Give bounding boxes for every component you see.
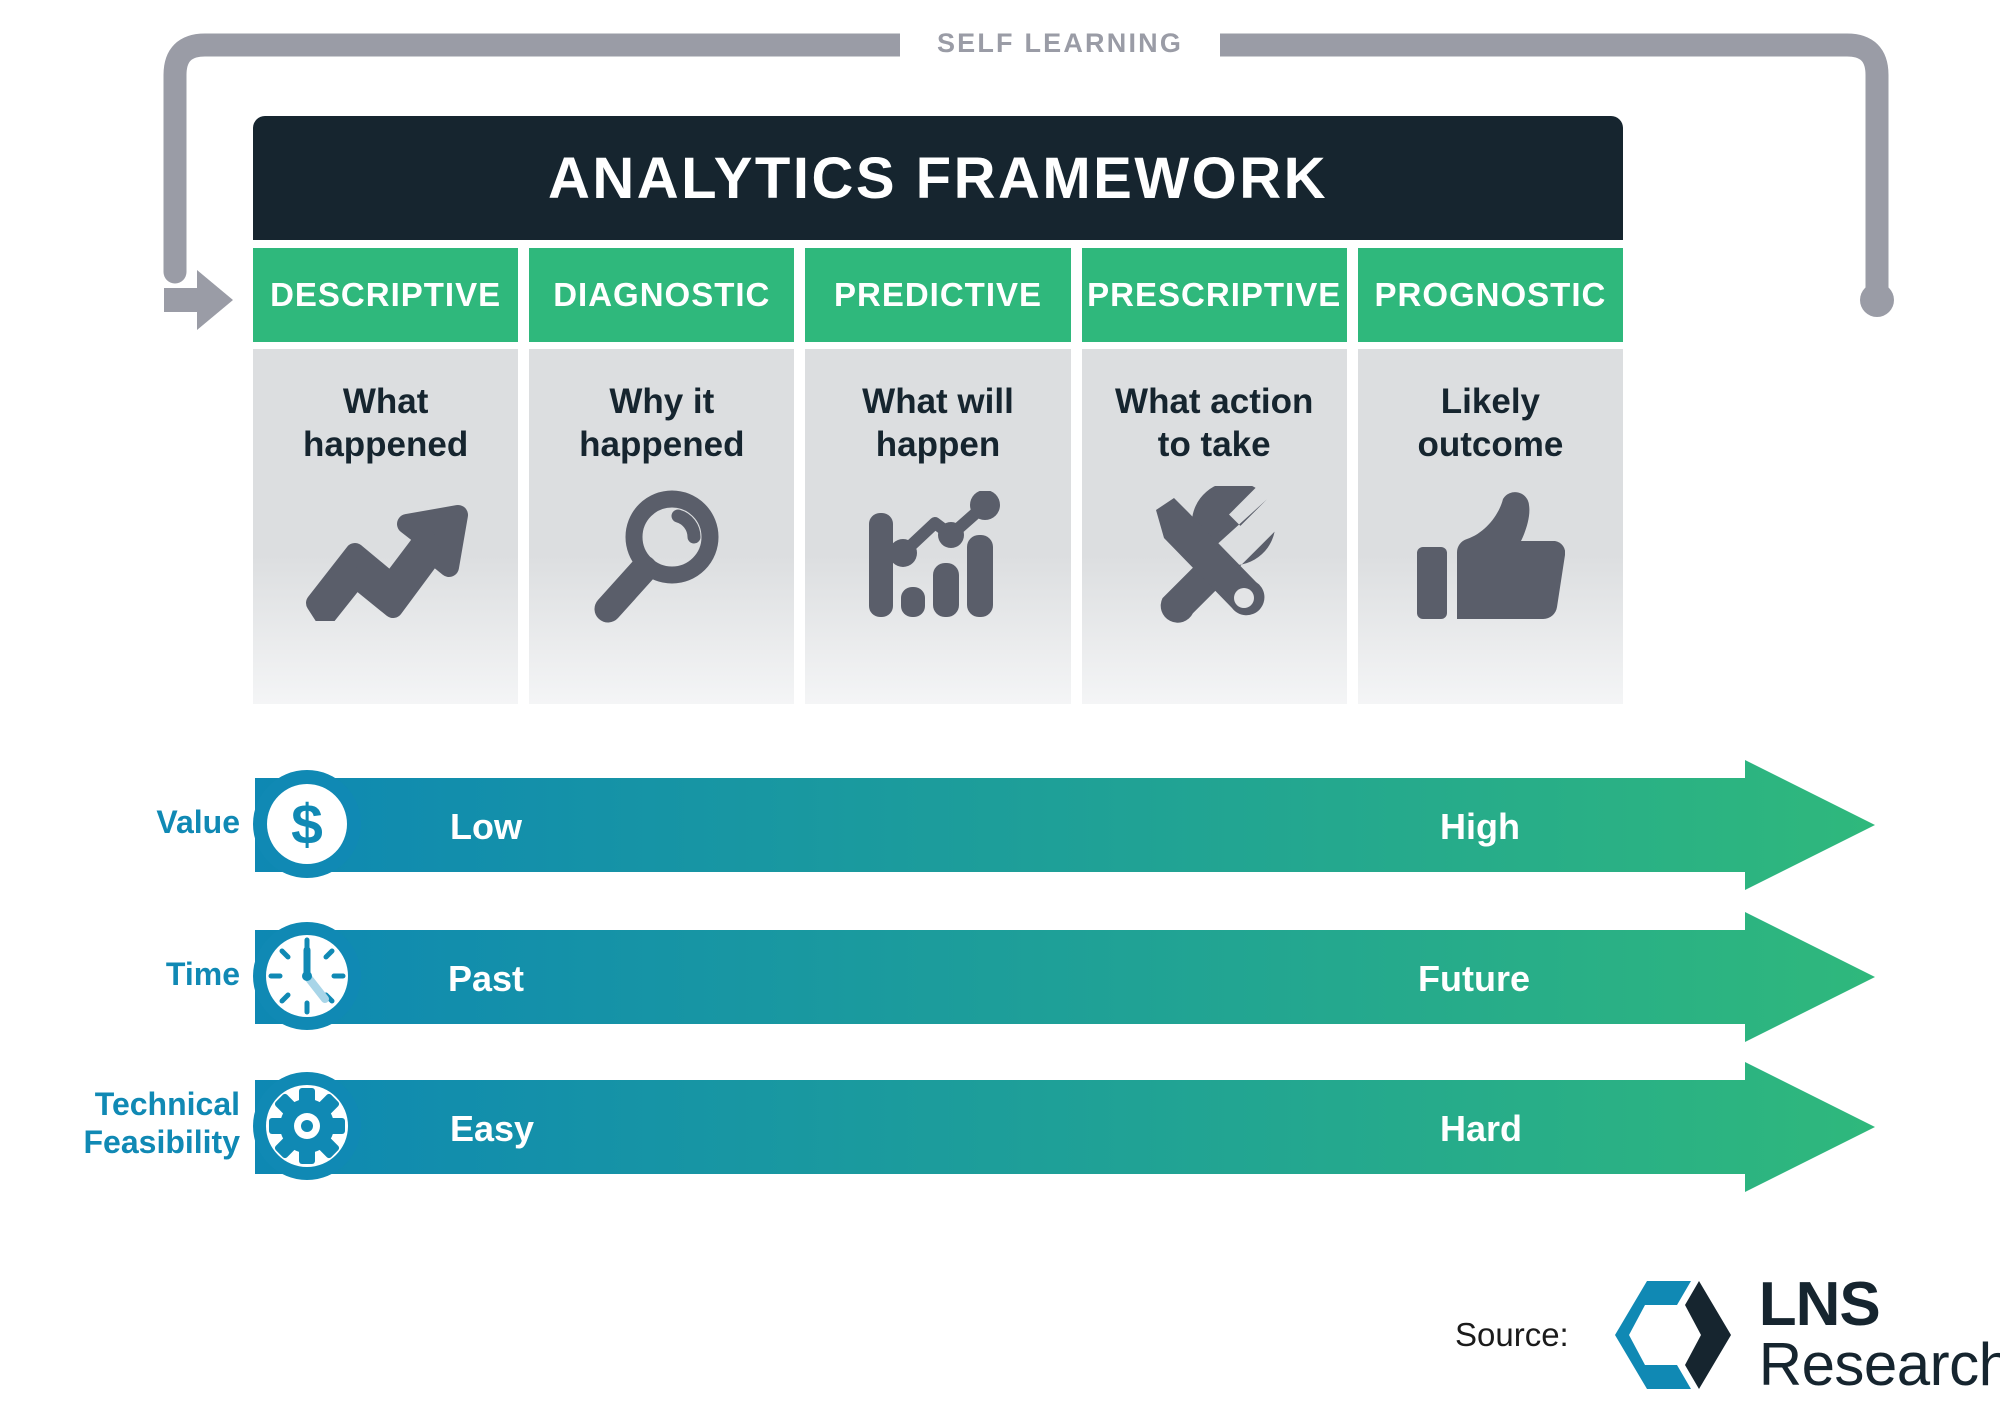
column-description: What happened bbox=[302, 382, 469, 464]
page-title: ANALYTICS FRAMEWORK bbox=[547, 145, 1328, 211]
column-description: What action to take bbox=[1115, 382, 1314, 464]
column-prescriptive[interactable]: PRESCRIPTIVE What action to take bbox=[1081, 248, 1347, 704]
source-attribution: Source: LNS Research bbox=[1455, 1270, 2000, 1398]
column-title: PREDICTIVE bbox=[833, 276, 1043, 313]
value-gradient-arrow: Low High bbox=[255, 760, 1875, 890]
column-body: Likely outcome bbox=[1357, 349, 1624, 704]
column-body: What happened bbox=[253, 349, 519, 704]
value-low-label: Low bbox=[450, 806, 522, 847]
lns-hexagon-mark-icon bbox=[1614, 1280, 1731, 1389]
column-prognostic[interactable]: PROGNOSTIC Likely outcome bbox=[1357, 248, 1624, 704]
column-header-diagnostic: DIAGNOSTIC bbox=[529, 248, 795, 342]
technical-feasibility-gradient-arrow: Easy Hard bbox=[255, 1062, 1875, 1192]
arrow-row-label-time: Time bbox=[165, 956, 240, 992]
column-header-predictive: PREDICTIVE bbox=[805, 248, 1071, 342]
source-label: Source: bbox=[1455, 1315, 1569, 1353]
time-past-label: Past bbox=[448, 958, 525, 999]
feasibility-hard-label: Hard bbox=[1440, 1108, 1523, 1149]
column-title: DESCRIPTIVE bbox=[270, 276, 502, 313]
time-gradient-arrow: Past Future bbox=[255, 912, 1875, 1042]
feasibility-easy-label: Easy bbox=[450, 1108, 535, 1149]
svg-text:$: $ bbox=[291, 793, 323, 857]
column-body: What action to take bbox=[1081, 349, 1347, 704]
arrow-row-label-value: Value bbox=[156, 804, 240, 840]
logo-primary-text: LNS bbox=[1758, 1270, 1881, 1339]
column-description: Why it happened bbox=[579, 382, 745, 464]
logo-secondary-text: Research bbox=[1758, 1330, 2000, 1398]
gear-icon bbox=[251, 1070, 363, 1182]
column-predictive[interactable]: PREDICTIVE What will happen bbox=[805, 248, 1071, 704]
lns-research-logo[interactable]: LNS Research bbox=[1607, 1270, 2000, 1398]
dollar-coin-icon: $ bbox=[251, 768, 363, 880]
clock-icon bbox=[251, 920, 363, 1032]
column-descriptive[interactable]: DESCRIPTIVE What happened bbox=[253, 248, 519, 704]
trending-up-arrow-icon bbox=[301, 486, 471, 626]
column-title: PROGNOSTIC bbox=[1374, 276, 1607, 313]
column-header-prognostic: PROGNOSTIC bbox=[1357, 248, 1624, 342]
column-body: What will happen bbox=[805, 349, 1071, 704]
column-diagnostic[interactable]: DIAGNOSTIC Why it happened bbox=[529, 248, 795, 704]
column-title: PRESCRIPTIVE bbox=[1087, 276, 1342, 313]
analytics-columns: DESCRIPTIVE What happened DIAGNOSTIC Why… bbox=[253, 248, 1624, 704]
value-high-label: High bbox=[1440, 806, 1520, 847]
column-body: Why it happened bbox=[529, 349, 795, 704]
self-learning-label: SELF LEARNING bbox=[900, 28, 1220, 59]
column-title: DIAGNOSTIC bbox=[553, 276, 771, 313]
column-header-descriptive: DESCRIPTIVE bbox=[253, 248, 519, 342]
arrow-row-label-technical-feasibility: Technical Feasibility bbox=[83, 1086, 241, 1160]
column-description: What will happen bbox=[862, 382, 1014, 464]
wrench-screwdriver-icon bbox=[1129, 486, 1299, 626]
column-description: Likely outcome bbox=[1417, 382, 1564, 464]
framework-header: ANALYTICS FRAMEWORK bbox=[253, 116, 1623, 240]
time-future-label: Future bbox=[1418, 958, 1530, 999]
bar-chart-line-icon bbox=[853, 486, 1023, 626]
thumbs-up-icon bbox=[1405, 486, 1575, 626]
magnifier-icon bbox=[577, 486, 747, 626]
infographic-canvas: SELF LEARNING ANALYTICS FRAMEWORK DESCRI… bbox=[0, 0, 2000, 1413]
column-header-prescriptive: PRESCRIPTIVE bbox=[1081, 248, 1347, 342]
